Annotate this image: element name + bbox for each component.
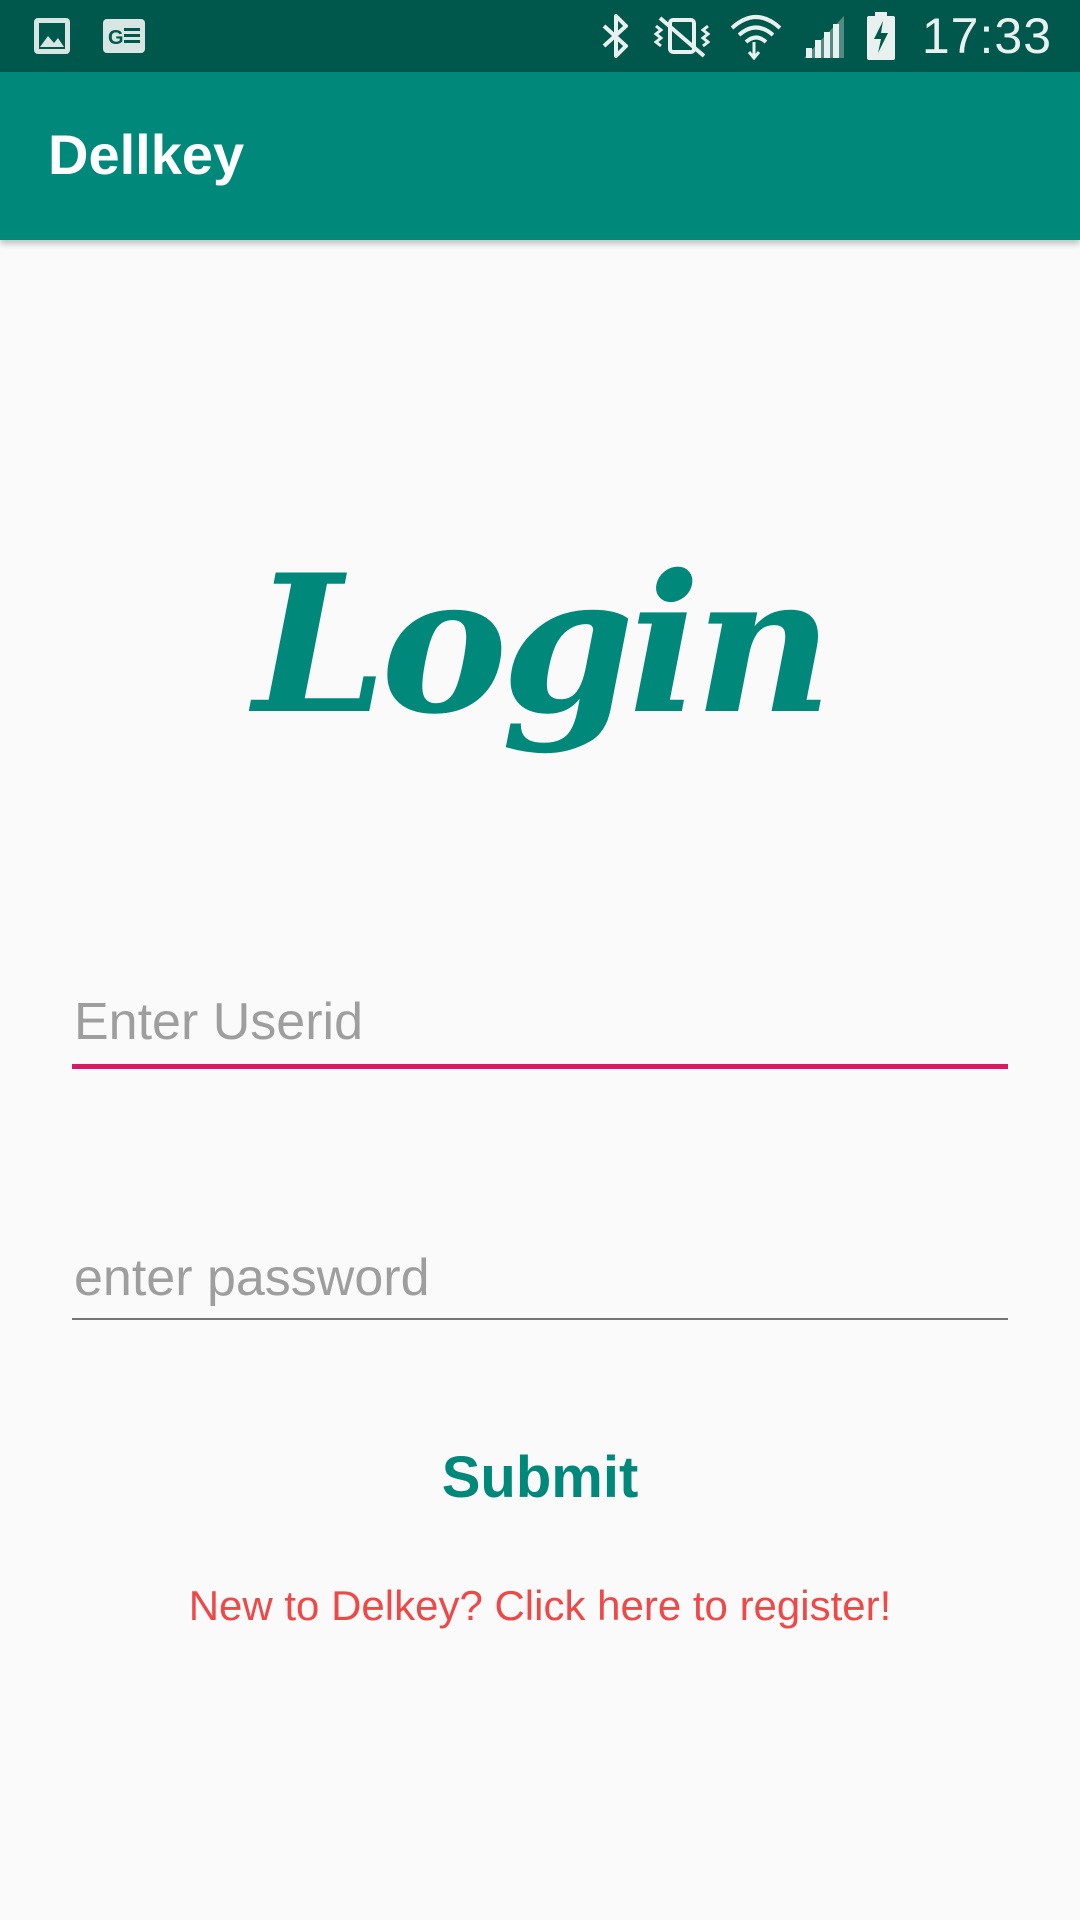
login-heading: Login — [253, 533, 833, 756]
password-underline — [72, 1318, 1008, 1320]
gallery-icon — [32, 16, 72, 56]
status-bar: G 17:33 — [0, 0, 1080, 72]
news-icon: G — [102, 18, 146, 54]
submit-button[interactable]: Submit — [340, 1438, 740, 1518]
userid-underline — [72, 1064, 1008, 1069]
userid-field[interactable] — [72, 982, 1008, 1069]
status-time: 17:33 — [921, 8, 1052, 64]
password-input[interactable] — [72, 1238, 1008, 1318]
bluetooth-icon — [598, 12, 634, 60]
app-bar: Dellkey — [0, 72, 1080, 240]
signal-icon — [800, 12, 848, 60]
status-right-icons: 17:33 — [598, 8, 1052, 64]
login-screen: G 17:33 Dellkey Login Enter Userid Submi… — [0, 0, 1080, 1920]
wifi-icon — [730, 12, 782, 60]
battery-charging-icon — [866, 11, 896, 61]
register-link[interactable]: New to Delkey? Click here to register! — [0, 1582, 1080, 1630]
app-title: Dellkey — [48, 123, 245, 186]
status-left-icons: G — [32, 14, 146, 58]
vibrate-icon — [652, 12, 712, 60]
userid-input[interactable] — [72, 982, 1008, 1062]
password-field[interactable] — [72, 1238, 1008, 1320]
svg-text:G: G — [108, 27, 124, 49]
